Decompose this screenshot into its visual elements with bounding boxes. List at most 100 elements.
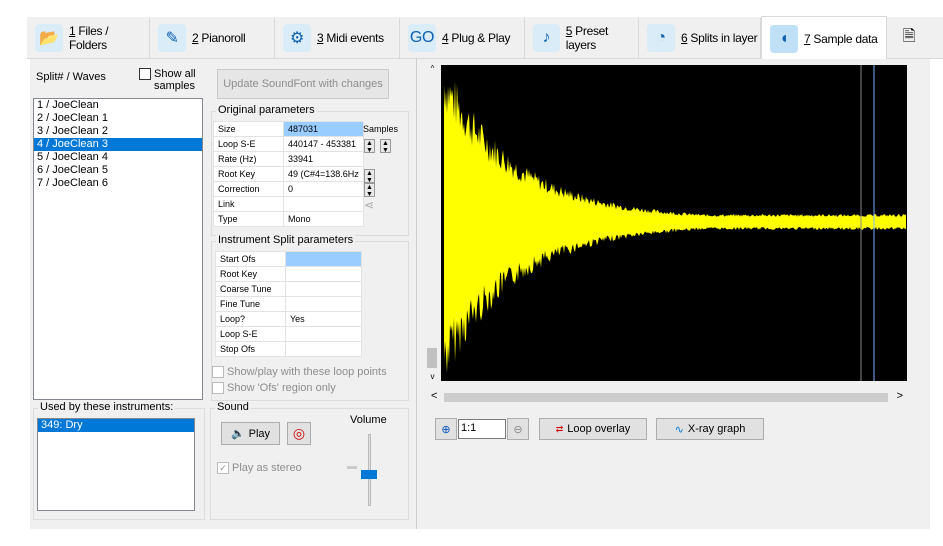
tab-files-folders[interactable]: 📂 1 Files / Folders: [27, 18, 150, 58]
wave-item[interactable]: 2 / JoeClean 1: [34, 112, 202, 125]
correction-spinner[interactable]: ▲ ▼: [364, 183, 375, 198]
instruments-title: Used by these instruments:: [38, 401, 176, 413]
xray-graph-button[interactable]: ∿ X-ray graph: [656, 418, 764, 440]
show-ofs-region-checkbox[interactable]: Show 'Ofs' region only: [212, 382, 336, 395]
tab-bar: 📂 1 Files / Folders ✎ 2 Pianoroll ⚙ 3 Midi ev…: [27, 16, 943, 60]
param-name: Start Ofs: [215, 251, 286, 267]
horizontal-scrollbar[interactable]: < >: [428, 390, 906, 405]
wave-item[interactable]: 4 / JoeClean 3: [34, 138, 202, 151]
param-value[interactable]: [285, 266, 362, 282]
param-row[interactable]: Start Ofs: [215, 251, 362, 267]
play-stereo-checkbox[interactable]: ✓ Play as stereo: [217, 462, 302, 475]
param-row[interactable]: Root Key: [215, 266, 362, 282]
link-icon[interactable]: ⋖: [364, 198, 374, 212]
param-row[interactable]: Link: [213, 196, 364, 212]
volume-slider[interactable]: [361, 469, 377, 479]
pianoroll-icon: ✎: [158, 24, 186, 52]
wave-item[interactable]: 5 / JoeClean 4: [34, 151, 202, 164]
tab-more[interactable]: 🗎: [887, 18, 943, 58]
param-value[interactable]: Yes: [285, 311, 362, 327]
wave-item[interactable]: 7 / JoeClean 6: [34, 177, 202, 190]
param-value[interactable]: 0: [283, 181, 364, 197]
zoom-in-icon: ⊕: [441, 423, 451, 436]
volume-tick: [347, 466, 357, 469]
tab-midi-events[interactable]: ⚙ 3 Midi events: [275, 18, 400, 58]
param-row[interactable]: Loop S-E: [215, 326, 362, 342]
waves-list[interactable]: 1 / JoeClean 2 / JoeClean 13 / JoeClean 2…: [33, 98, 203, 400]
param-value[interactable]: 33941: [283, 151, 364, 167]
param-value[interactable]: [283, 196, 364, 212]
param-value[interactable]: 440147 - 453381: [283, 136, 364, 152]
tab-pianoroll[interactable]: ✎ 2 Pianoroll: [150, 18, 275, 58]
param-row[interactable]: Type Mono: [213, 211, 364, 227]
go-icon: GO: [408, 24, 436, 52]
param-row[interactable]: Correction 0: [213, 181, 364, 197]
saxophone-icon: ♪: [533, 24, 560, 52]
original-parameters-title: Original parameters: [216, 104, 317, 116]
param-value[interactable]: Mono: [283, 211, 364, 227]
main-panel: Split# / Waves Show all samples 1 / JoeC…: [30, 59, 930, 529]
param-row[interactable]: Coarse Tune: [215, 281, 362, 297]
zoom-out-button[interactable]: ⊖: [507, 418, 529, 440]
param-value[interactable]: [285, 251, 362, 267]
split-parameters-table[interactable]: Start Ofs Root Key Coarse Tune Fine Tune Loo…: [215, 251, 362, 357]
original-parameters-table[interactable]: Size 487031 Loop S-E 440147 - 453381 Rate (H…: [213, 121, 364, 227]
update-soundfont-button[interactable]: Update SoundFont with changes: [217, 69, 389, 99]
loop-overlay-button[interactable]: ⇄ Loop overlay: [539, 418, 647, 440]
param-name: Root Key: [215, 266, 286, 282]
folder-music-icon: 📂: [35, 24, 63, 52]
tab-label: 5 Preset layers: [565, 24, 609, 52]
play-button[interactable]: 🔈 Play: [221, 422, 280, 445]
vertical-scrollbar[interactable]: ^ v: [425, 64, 440, 381]
param-row[interactable]: Size 487031: [213, 121, 364, 137]
play-stereo-label: Play as stereo: [232, 462, 302, 474]
wave-item[interactable]: 3 / JoeClean 2: [34, 125, 202, 138]
show-all-label: Show all samples: [154, 68, 196, 92]
wave-item[interactable]: 1 / JoeClean: [34, 99, 202, 112]
param-name: Size: [213, 121, 284, 137]
waveform-graph[interactable]: [441, 65, 907, 381]
loop-play-button[interactable]: ◎: [287, 422, 311, 445]
param-row[interactable]: Stop Ofs: [215, 341, 362, 357]
instruments-list[interactable]: 349: Dry: [37, 418, 195, 511]
param-row[interactable]: Loop? Yes: [215, 311, 362, 327]
param-value[interactable]: [285, 281, 362, 297]
tab-splits-in-layer[interactable]: ◔ 6 Splits in layer: [639, 18, 761, 58]
loop-icon: ◎: [292, 425, 306, 441]
wave-item[interactable]: 6 / JoeClean 5: [34, 164, 202, 177]
gauge-icon: ◔: [647, 24, 675, 52]
instrument-item[interactable]: 349: Dry: [38, 419, 194, 432]
split-parameters-title: Instrument Split parameters: [216, 234, 356, 246]
tab-preset-layers[interactable]: ♪ 5 Preset layers: [525, 18, 639, 58]
speaker-icon: 🔈: [230, 428, 245, 440]
param-row[interactable]: Fine Tune: [215, 296, 362, 312]
root-key-spinner[interactable]: ▲ ▼: [364, 169, 375, 184]
loop-end-spinner[interactable]: ▲ ▼: [380, 139, 391, 154]
param-row[interactable]: Root Key 49 (C#4=138.6Hz: [213, 166, 364, 182]
param-name: Rate (Hz): [213, 151, 284, 167]
param-value[interactable]: 49 (C#4=138.6Hz: [283, 166, 364, 182]
show-all-checkbox[interactable]: Show all samples: [139, 68, 209, 92]
param-name: Type: [213, 211, 284, 227]
param-value[interactable]: 487031: [283, 121, 364, 137]
waves-header: Split# / Waves: [36, 71, 106, 83]
tab-sample-data[interactable]: ◖ 7 Sample data: [761, 16, 887, 60]
xray-graph-label: X-ray graph: [687, 423, 746, 435]
samples-label: Samples: [363, 124, 399, 134]
param-value[interactable]: [285, 296, 362, 312]
loop-start-spinner[interactable]: ▲ ▼: [364, 139, 375, 154]
zoom-level-field[interactable]: 1:1: [458, 419, 506, 439]
document-icon: 🗎: [902, 27, 916, 45]
zoom-in-button[interactable]: ⊕: [435, 418, 457, 440]
param-name: Link: [213, 196, 284, 212]
tab-plug-play[interactable]: GO 4 Plug & Play: [400, 18, 525, 58]
param-name: Fine Tune: [215, 296, 286, 312]
param-value[interactable]: [285, 326, 362, 342]
loop-overlay-icon: ⇄: [555, 423, 564, 434]
tab-label: 1 Files / Folders: [68, 24, 109, 52]
param-row[interactable]: Loop S-E 440147 - 453381: [213, 136, 364, 152]
param-value[interactable]: [285, 341, 362, 357]
param-row[interactable]: Rate (Hz) 33941: [213, 151, 364, 167]
param-name: Coarse Tune: [215, 281, 286, 297]
show-loop-points-checkbox[interactable]: Show/play with these loop points: [212, 366, 387, 379]
